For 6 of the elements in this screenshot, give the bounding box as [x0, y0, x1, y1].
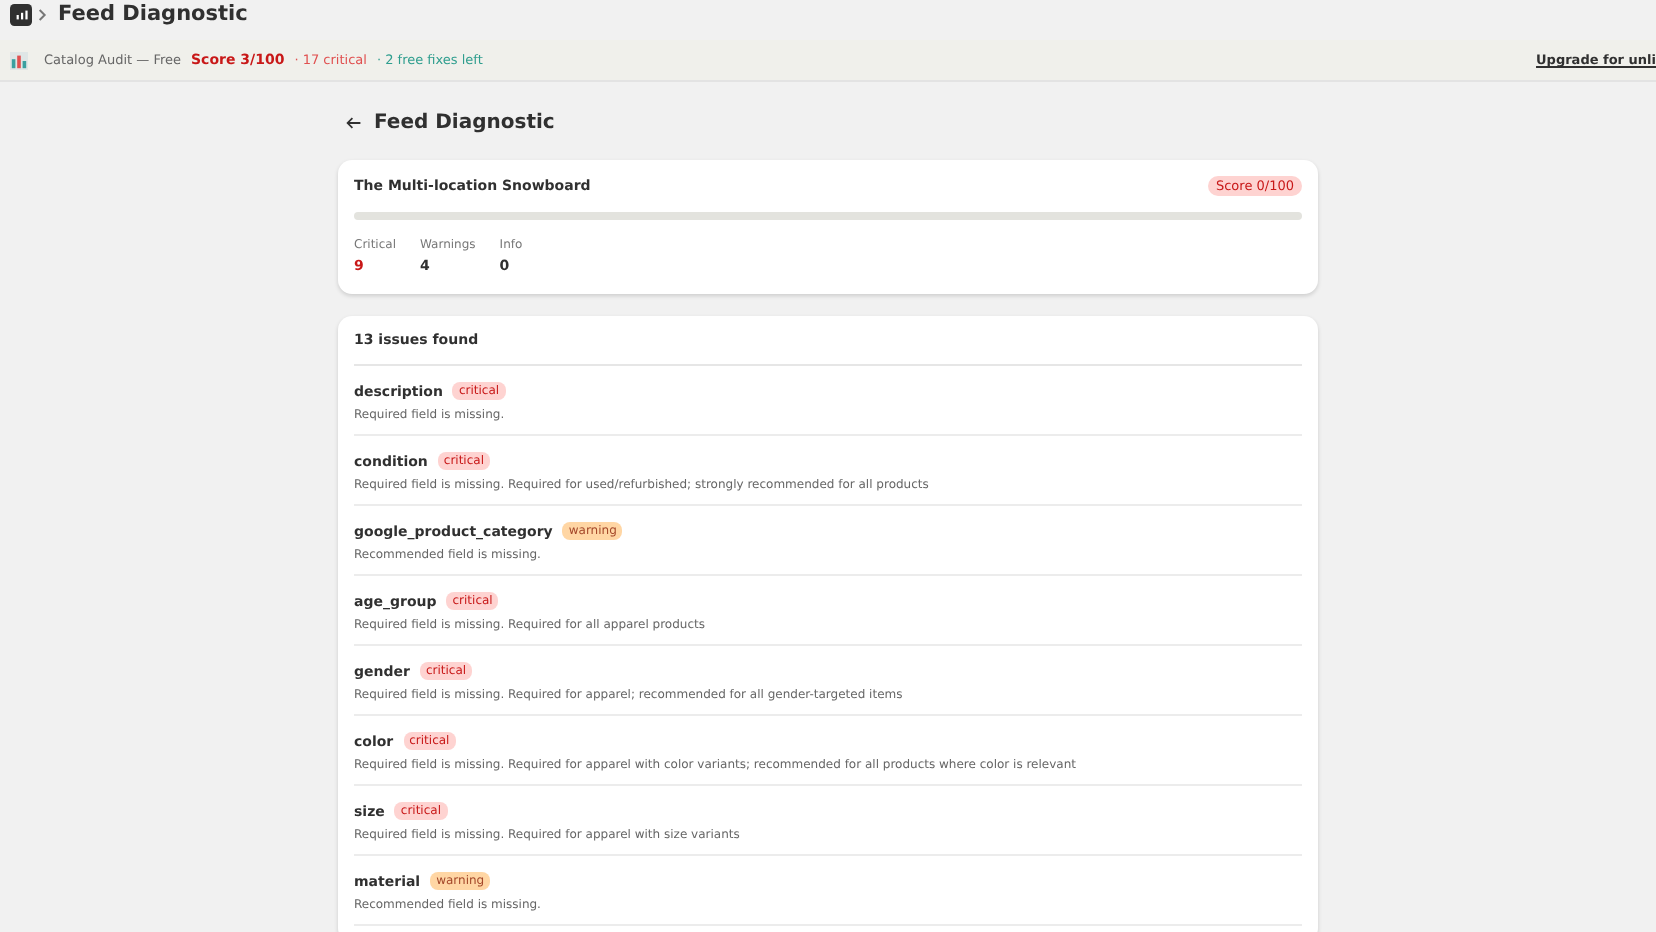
app-title: Feed Diagnostic	[58, 2, 248, 26]
app-icon	[10, 3, 32, 25]
page-title: Feed Diagnostic	[374, 111, 555, 133]
chart-icon	[10, 51, 28, 69]
back-arrow-icon[interactable]	[346, 115, 362, 129]
breadcrumb-separator-icon	[38, 7, 48, 21]
